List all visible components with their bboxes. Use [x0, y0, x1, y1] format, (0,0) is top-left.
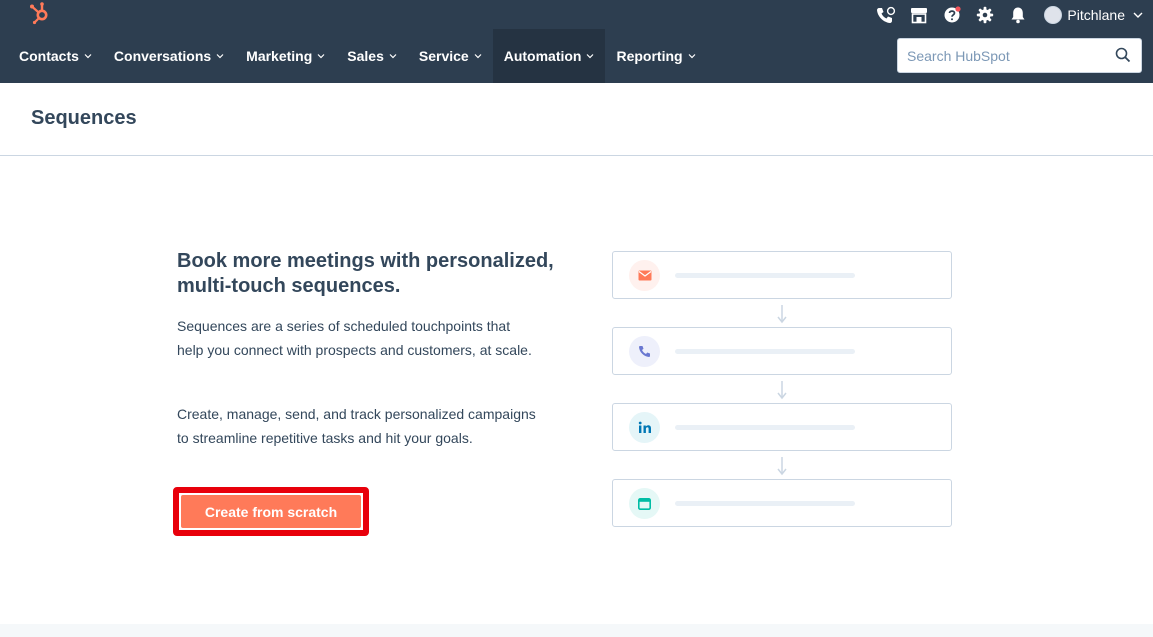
empty-state-description: Sequences are a series of scheduled touc…	[177, 318, 532, 358]
nav-item-label: Contacts	[19, 48, 79, 64]
page-title: Sequences	[31, 107, 137, 129]
sequence-step-email	[612, 251, 952, 299]
sequence-step-task	[612, 479, 952, 527]
avatar	[1044, 5, 1063, 24]
nav-item-label: Sales	[347, 48, 384, 64]
empty-state-description-secondary: Create, manage, send, and track personal…	[177, 406, 536, 446]
marketplace-icon[interactable]	[909, 5, 929, 25]
chevron-down-icon	[587, 54, 594, 59]
nav-item-marketing[interactable]: Marketing	[235, 29, 336, 83]
page-header: Sequences	[0, 83, 1153, 156]
email-icon	[629, 260, 660, 291]
nav-item-label: Reporting	[616, 48, 683, 64]
sequence-step-call	[612, 327, 952, 375]
account-menu[interactable]: Pitchlane	[1044, 5, 1143, 24]
main-nav: Contacts Conversations Marketing Sales S…	[0, 29, 1153, 83]
phone-icon	[629, 336, 660, 367]
nav-item-service[interactable]: Service	[408, 29, 493, 83]
chevron-down-icon	[317, 54, 325, 59]
nav-item-label: Automation	[503, 48, 582, 64]
placeholder-bar	[675, 273, 855, 278]
chevron-down-icon	[688, 54, 696, 59]
linkedin-icon	[629, 412, 660, 443]
arrow-down-icon	[777, 381, 787, 400]
calling-icon[interactable]	[876, 5, 896, 25]
chevron-down-icon	[84, 54, 92, 59]
chevron-down-icon	[474, 54, 482, 59]
sequence-step-linkedin	[612, 403, 952, 451]
nav-item-label: Marketing	[246, 48, 313, 64]
nav-item-conversations[interactable]: Conversations	[103, 29, 235, 83]
nav-item-label: Service	[418, 48, 469, 64]
create-from-scratch-button[interactable]: Create from scratch	[181, 495, 361, 528]
settings-icon[interactable]	[975, 5, 995, 25]
arrow-down-icon	[777, 457, 787, 476]
nav-item-reporting[interactable]: Reporting	[605, 29, 706, 83]
help-icon[interactable]	[942, 5, 962, 25]
top-bar: Pitchlane	[0, 0, 1153, 29]
footer-strip	[0, 624, 1153, 637]
empty-state-headline: Book more meetings with personalized, mu…	[177, 250, 554, 297]
search-icon[interactable]	[1115, 47, 1131, 63]
nav-item-label: Conversations	[113, 48, 212, 64]
placeholder-bar	[675, 349, 855, 354]
placeholder-bar	[675, 501, 855, 506]
chevron-down-icon	[216, 54, 224, 59]
nav-item-automation[interactable]: Automation	[492, 29, 606, 83]
task-icon	[629, 488, 660, 519]
arrow-down-icon	[777, 305, 787, 324]
search-box	[897, 38, 1142, 73]
chevron-down-icon	[1133, 12, 1143, 18]
notifications-icon[interactable]	[1008, 5, 1028, 25]
nav-item-sales[interactable]: Sales	[336, 29, 408, 83]
hubspot-logo-icon[interactable]	[28, 1, 52, 25]
placeholder-bar	[675, 425, 855, 430]
chevron-down-icon	[389, 54, 397, 59]
search-input[interactable]	[898, 40, 1103, 71]
account-name: Pitchlane	[1067, 6, 1125, 23]
nav-item-contacts[interactable]: Contacts	[0, 29, 103, 83]
